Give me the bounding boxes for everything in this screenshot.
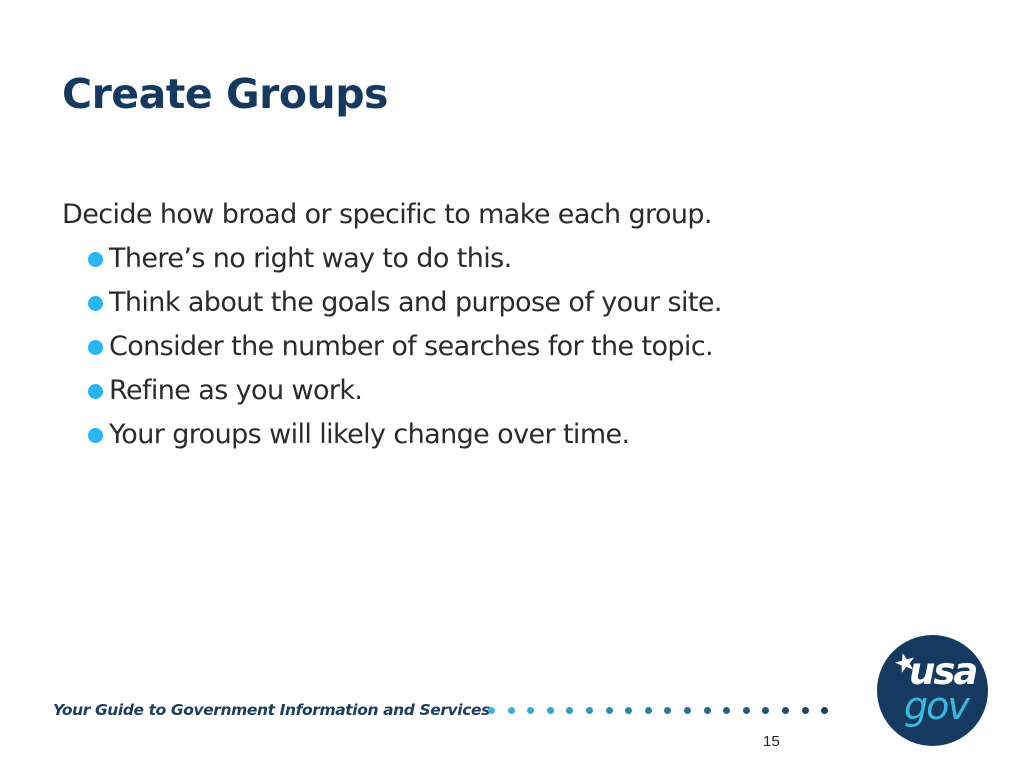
decorative-dot — [566, 707, 574, 714]
bullet-text: There’s no right way to do this. — [109, 243, 512, 274]
bullet-text: Refine as you work. — [109, 375, 363, 406]
decorative-dot — [782, 707, 789, 714]
decorative-dot — [527, 707, 535, 714]
decorative-dot — [488, 707, 495, 714]
bullet-item: Consider the number of searches for the … — [88, 325, 722, 369]
decorative-dot — [664, 707, 672, 714]
bullet-text: Your groups will likely change over time… — [109, 419, 630, 450]
decorative-dot — [742, 707, 750, 714]
footer-tagline: Your Guide to Government Information and… — [53, 701, 490, 719]
decorative-dot — [546, 707, 554, 714]
bullet-item: Think about the goals and purpose of you… — [88, 281, 722, 325]
bullet-dot-icon — [88, 295, 103, 311]
slide-body: Decide how broad or specific to make eac… — [62, 193, 722, 457]
decorative-dot — [605, 707, 613, 714]
bullet-dot-icon — [88, 339, 103, 355]
decorative-dot — [762, 707, 770, 714]
decorative-dot — [703, 707, 711, 714]
bullet-item: Your groups will likely change over time… — [88, 413, 722, 457]
decorative-dot — [507, 707, 515, 714]
page-number: 15 — [763, 733, 780, 750]
logo-gov-text: gov — [904, 684, 970, 728]
decorative-dot — [586, 707, 593, 714]
decorative-dot — [644, 707, 652, 714]
intro-text: Decide how broad or specific to make eac… — [62, 199, 713, 230]
decorative-dot — [625, 707, 633, 714]
bullet-dot-icon — [88, 383, 103, 399]
bullet-dot-icon — [88, 427, 103, 443]
bullet-dot-icon — [88, 251, 103, 267]
decorative-dot — [684, 707, 691, 714]
bullet-item: There’s no right way to do this. — [88, 237, 722, 281]
usagov-logo: usa gov — [877, 635, 988, 746]
slide-title: Create Groups — [62, 70, 388, 118]
decorative-dot — [821, 707, 829, 714]
bullet-item: Refine as you work. — [88, 369, 722, 413]
bullet-text: Consider the number of searches for the … — [109, 331, 714, 362]
bullet-text: Think about the goals and purpose of you… — [109, 287, 722, 318]
decorative-dot — [801, 707, 809, 714]
decorative-dot — [723, 707, 731, 714]
bullet-list: There’s no right way to do this. Think a… — [62, 237, 722, 457]
